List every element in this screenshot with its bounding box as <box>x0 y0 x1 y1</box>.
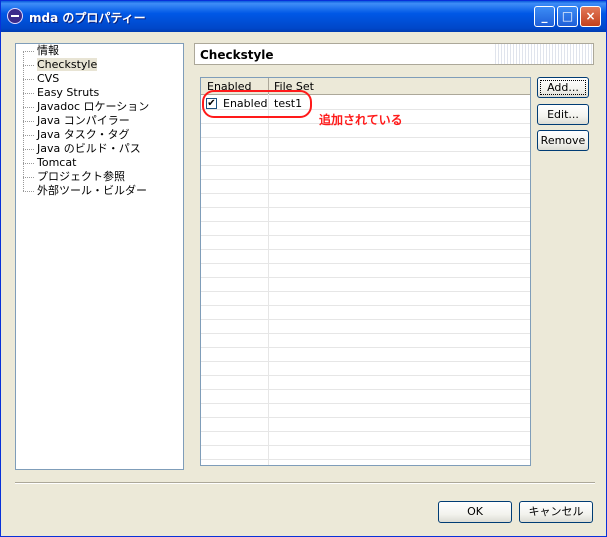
table-row <box>201 193 530 208</box>
table-row <box>201 207 530 222</box>
minimize-button[interactable]: _ <box>534 6 555 27</box>
property-tree: 情報 Checkstyle CVS Easy Struts Javadoc ロケ… <box>15 43 184 470</box>
table-row <box>201 305 530 320</box>
page-title-text: Checkstyle <box>200 48 274 62</box>
table-row <box>201 389 530 404</box>
eclipse-icon <box>7 8 23 24</box>
window-title: mda のプロパティー <box>29 11 146 25</box>
table-row <box>201 291 530 306</box>
tree-item-java-build-path[interactable]: Java のビルド・パス <box>23 142 143 156</box>
table-row <box>201 431 530 446</box>
tree-item-label: Java コンパイラー <box>37 114 130 127</box>
tree-item-javadoc-location[interactable]: Javadoc ロケーション <box>23 100 151 114</box>
table-row <box>201 347 530 362</box>
tree-item-label: Javadoc ロケーション <box>37 100 150 113</box>
tree-item-project-references[interactable]: プロジェクト参照 <box>23 170 127 184</box>
annotation-text: 追加されている <box>319 113 403 127</box>
tree-item-label: CVS <box>37 72 60 85</box>
edit-button[interactable]: Edit... <box>537 104 589 125</box>
tree-item-easy-struts[interactable]: Easy Struts <box>23 86 101 100</box>
table-row <box>201 277 530 292</box>
tree-item-java-compiler[interactable]: Java コンパイラー <box>23 114 132 128</box>
tree-item-label: Checkstyle <box>37 58 98 71</box>
table-row <box>201 417 530 432</box>
table-row <box>201 165 530 180</box>
table-row <box>201 319 530 334</box>
highlight-oval <box>202 90 312 118</box>
table-row <box>201 179 530 194</box>
table-row <box>201 235 530 250</box>
table-row <box>201 221 530 236</box>
tree-item-label: Easy Struts <box>37 86 100 99</box>
table-row <box>201 137 530 152</box>
close-button[interactable]: × <box>580 6 601 27</box>
table-row <box>201 151 530 166</box>
title-decoration <box>493 44 593 64</box>
tree-item-checkstyle[interactable]: Checkstyle <box>23 58 99 72</box>
remove-button[interactable]: Remove <box>537 130 589 151</box>
title-bar[interactable]: mda のプロパティー _ □ × <box>1 1 606 32</box>
maximize-button[interactable]: □ <box>557 6 578 27</box>
tree-item-info[interactable]: 情報 <box>23 44 61 58</box>
table-row <box>201 375 530 390</box>
ok-button[interactable]: OK <box>438 501 512 523</box>
table-row <box>201 333 530 348</box>
tree-item-cvs[interactable]: CVS <box>23 72 61 86</box>
tree-item-label: 情報 <box>37 44 59 57</box>
tree-item-label: 外部ツール・ビルダー <box>37 184 147 197</box>
file-set-table[interactable]: Enabled File Set ✔ Enabled test1 <box>200 77 531 466</box>
cancel-button[interactable]: キャンセル <box>519 501 593 523</box>
tree-item-label: Tomcat <box>37 156 77 169</box>
table-row <box>201 263 530 278</box>
table-row <box>201 445 530 460</box>
tree-item-label: Java タスク・タグ <box>37 128 130 141</box>
tree-item-label: Java のビルド・パス <box>37 142 141 155</box>
table-row <box>201 403 530 418</box>
page-title: Checkstyle <box>194 43 594 65</box>
tree-item-external-tool-builders[interactable]: 外部ツール・ビルダー <box>23 184 149 198</box>
tree-item-tomcat[interactable]: Tomcat <box>23 156 78 170</box>
add-button[interactable]: Add... <box>537 77 589 98</box>
tree-item-java-task-tags[interactable]: Java タスク・タグ <box>23 128 132 142</box>
tree-item-label: プロジェクト参照 <box>37 170 125 183</box>
table-row <box>201 249 530 264</box>
footer-divider <box>15 482 595 484</box>
properties-dialog: mda のプロパティー _ □ × 情報 Checkstyle CVS Easy… <box>0 0 607 537</box>
table-row <box>201 361 530 376</box>
